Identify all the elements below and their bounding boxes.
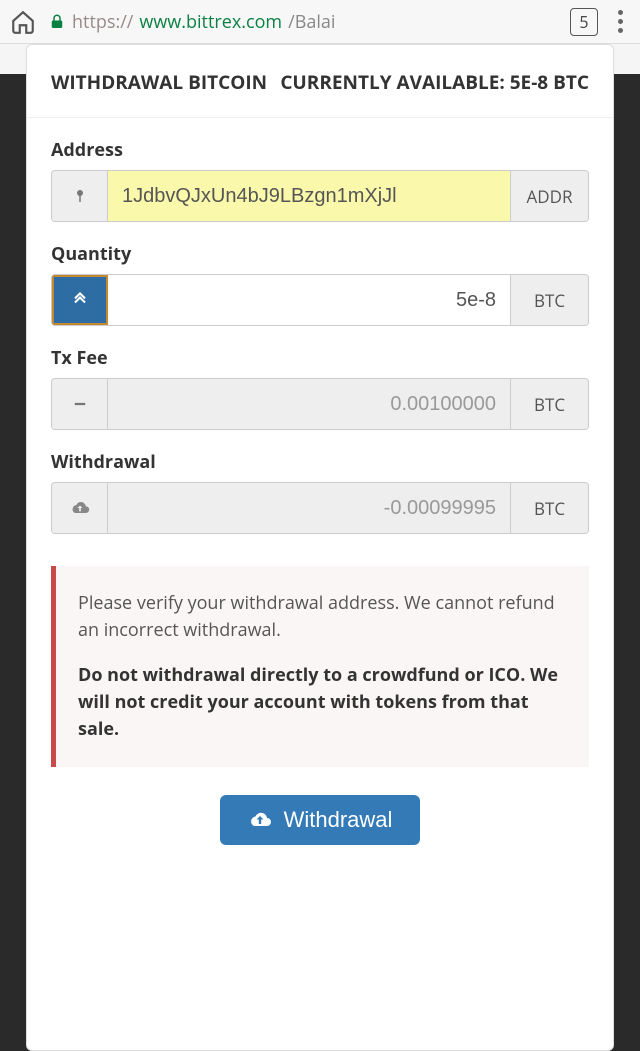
withdrawal-modal: WITHDRAWAL BITCOIN CURRENTLY AVAILABLE: … — [26, 44, 614, 1051]
withdrawal-button[interactable]: Withdrawal — [220, 795, 421, 845]
withdrawal-button-label: Withdrawal — [284, 807, 393, 833]
withdrawal-total-input — [108, 483, 510, 533]
lock-icon — [48, 13, 66, 31]
url-host: www.bittrex.com — [139, 10, 282, 34]
withdrawal-total-addon: BTC — [510, 483, 588, 533]
cloud-upload-icon — [248, 808, 272, 832]
alert-line2: Do not withdrawal directly to a crowdfun… — [78, 662, 567, 743]
pin-icon — [52, 171, 108, 221]
modal-header: WITHDRAWAL BITCOIN CURRENTLY AVAILABLE: … — [27, 69, 613, 118]
available-balance: CURRENTLY AVAILABLE: 5E-8 BTC — [280, 69, 589, 95]
menu-icon[interactable] — [610, 10, 630, 33]
quantity-input[interactable] — [108, 275, 510, 325]
tab-count-value: 5 — [579, 11, 588, 33]
txfee-label: Tx Fee — [51, 346, 589, 370]
txfee-addon: BTC — [510, 379, 588, 429]
withdrawal-total-label: Withdrawal — [51, 450, 589, 474]
url-bar[interactable]: https://www.bittrex.com/Balai — [48, 10, 558, 34]
url-path: /Balai — [288, 10, 335, 34]
address-addon[interactable]: ADDR — [510, 171, 588, 221]
address-label: Address — [51, 138, 589, 162]
modal-title: WITHDRAWAL BITCOIN — [51, 69, 267, 95]
quantity-group: Quantity BTC — [51, 242, 589, 326]
address-input[interactable] — [108, 171, 510, 221]
withdrawal-total-group: Withdrawal BTC — [51, 450, 589, 534]
quantity-addon: BTC — [510, 275, 588, 325]
url-scheme: https:// — [72, 10, 133, 34]
txfee-group: Tx Fee BTC — [51, 346, 589, 430]
cloud-upload-icon — [52, 483, 108, 533]
minus-icon — [52, 379, 108, 429]
txfee-input — [108, 379, 510, 429]
home-icon[interactable] — [10, 9, 36, 35]
warning-alert: Please verify your withdrawal address. W… — [51, 566, 589, 767]
tab-count-button[interactable]: 5 — [570, 8, 598, 36]
alert-line1: Please verify your withdrawal address. W… — [78, 590, 567, 644]
address-group: Address ADDR — [51, 138, 589, 222]
quantity-label: Quantity — [51, 242, 589, 266]
max-button[interactable] — [52, 275, 108, 325]
browser-bar: https://www.bittrex.com/Balai 5 — [0, 0, 640, 44]
